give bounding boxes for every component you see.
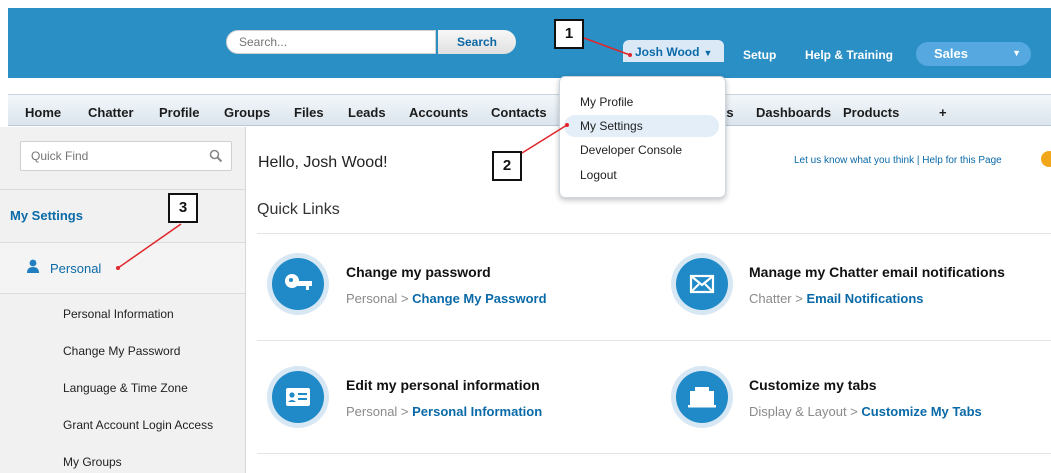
callout-arrow-2-tip [565, 123, 569, 127]
callout-arrow-2 [521, 124, 568, 154]
callout-1: 1 [554, 19, 584, 49]
callout-2: 2 [492, 151, 522, 181]
callout-arrow-3-tip [116, 266, 120, 270]
callout-arrow-3 [117, 223, 182, 269]
callout-3: 3 [168, 193, 198, 223]
callout-arrows [116, 37, 632, 270]
callout-arrow-1-tip [628, 53, 632, 57]
callout-arrow-1 [583, 37, 631, 56]
